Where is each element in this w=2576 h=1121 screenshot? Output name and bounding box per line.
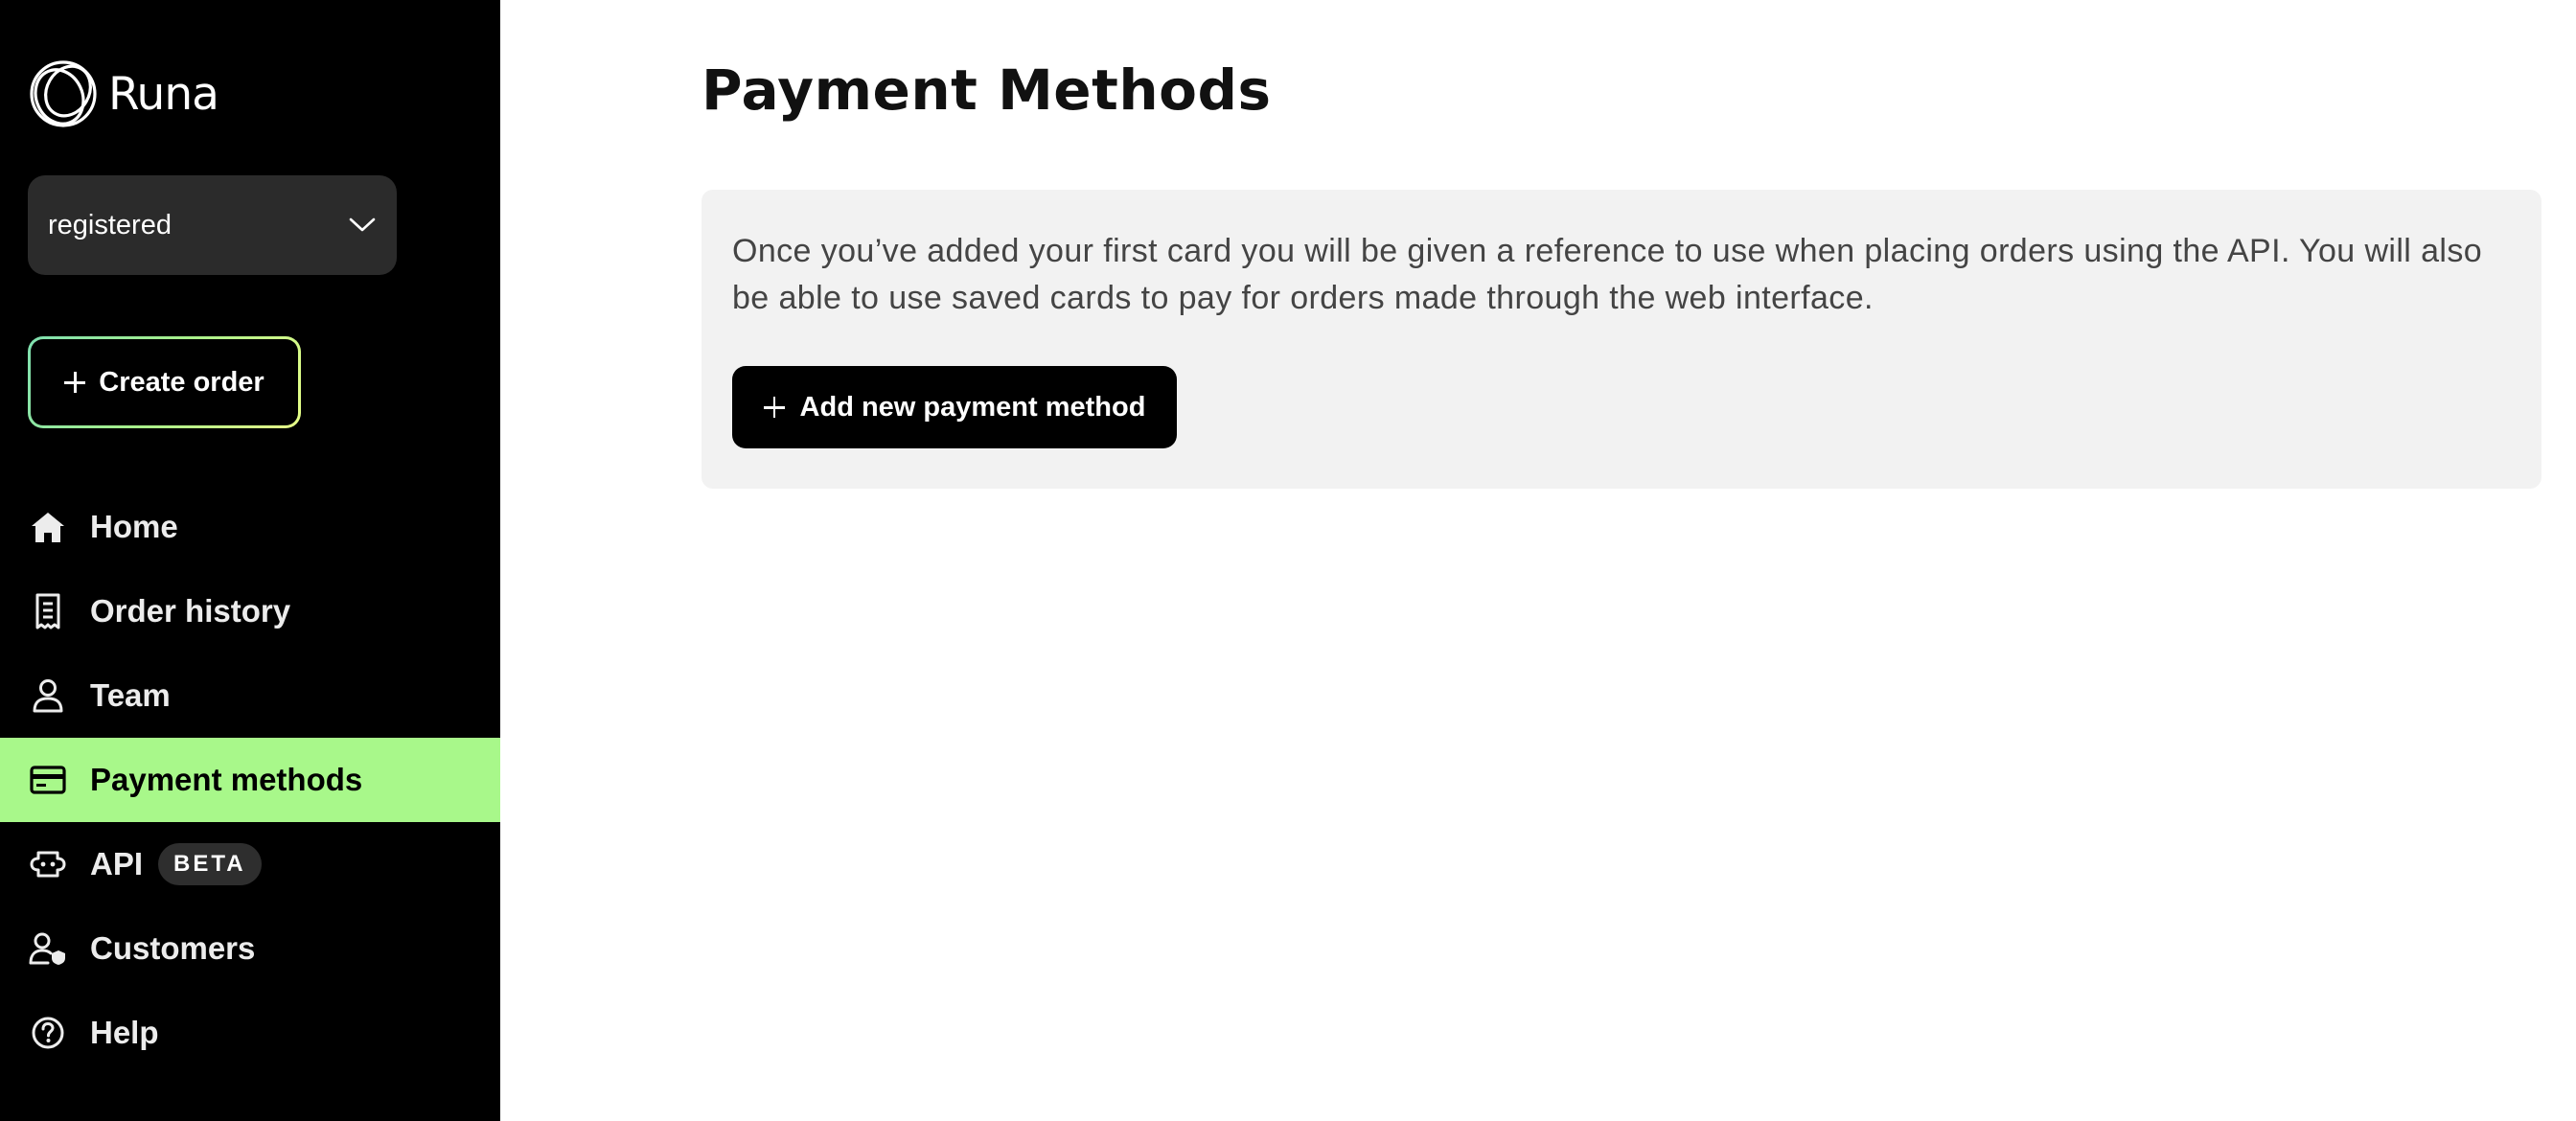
sidebar-item-team[interactable]: Team	[0, 653, 500, 738]
home-icon	[29, 508, 67, 546]
account-selector-value: registered	[48, 209, 172, 240]
user-icon	[29, 676, 67, 715]
info-text: Once you’ve added your first card you wi…	[732, 233, 2483, 316]
sidebar-item-label: Team	[90, 677, 171, 713]
sidebar-item-label: Customers	[90, 930, 256, 966]
sidebar-item-label: Help	[90, 1015, 159, 1050]
runa-logo-icon	[30, 60, 97, 127]
api-icon	[29, 845, 67, 883]
account-selector[interactable]: registered	[28, 175, 397, 275]
plus-icon	[763, 397, 785, 418]
sidebar-item-payment-methods[interactable]: Payment methods	[0, 738, 500, 822]
create-order-label: Create order	[99, 366, 264, 398]
main-content: Payment Methods Once you’ve added your f…	[500, 0, 2576, 1121]
help-icon	[29, 1014, 67, 1052]
add-payment-method-button[interactable]: Add new payment method	[732, 366, 1177, 448]
sidebar-item-api[interactable]: API BETA	[0, 822, 500, 906]
sidebar-item-label: API	[90, 846, 144, 881]
brand-logo[interactable]: Runa	[28, 57, 219, 130]
create-order-button[interactable]: Create order	[28, 336, 301, 428]
brand-name: Runa	[108, 67, 219, 121]
sidebar-item-help[interactable]: Help	[0, 991, 500, 1075]
create-order-button-inner: Create order	[31, 339, 298, 425]
sidebar-item-label: Order history	[90, 593, 291, 629]
credit-card-icon	[29, 761, 67, 799]
payment-methods-info-card: Once you’ve added your first card you wi…	[702, 190, 2542, 489]
sidebar-item-label: Home	[90, 509, 178, 544]
receipt-icon	[29, 592, 67, 630]
sidebar-item-customers[interactable]: Customers	[0, 906, 500, 991]
page-title: Payment Methods	[702, 57, 1272, 123]
sidebar-nav: Home Order history Team Payment methods …	[0, 485, 500, 1075]
sidebar-item-home[interactable]: Home	[0, 485, 500, 569]
app-root: Runa registered Create order Home Order …	[0, 0, 2576, 1121]
sidebar-item-order-history[interactable]: Order history	[0, 569, 500, 653]
plus-icon	[64, 372, 86, 393]
customers-icon	[29, 929, 67, 968]
add-payment-method-label: Add new payment method	[799, 391, 1146, 423]
chevron-down-icon	[349, 217, 376, 232]
sidebar-item-label: Payment methods	[90, 762, 363, 797]
beta-badge: BETA	[158, 843, 262, 885]
sidebar: Runa registered Create order Home Order …	[0, 0, 500, 1121]
